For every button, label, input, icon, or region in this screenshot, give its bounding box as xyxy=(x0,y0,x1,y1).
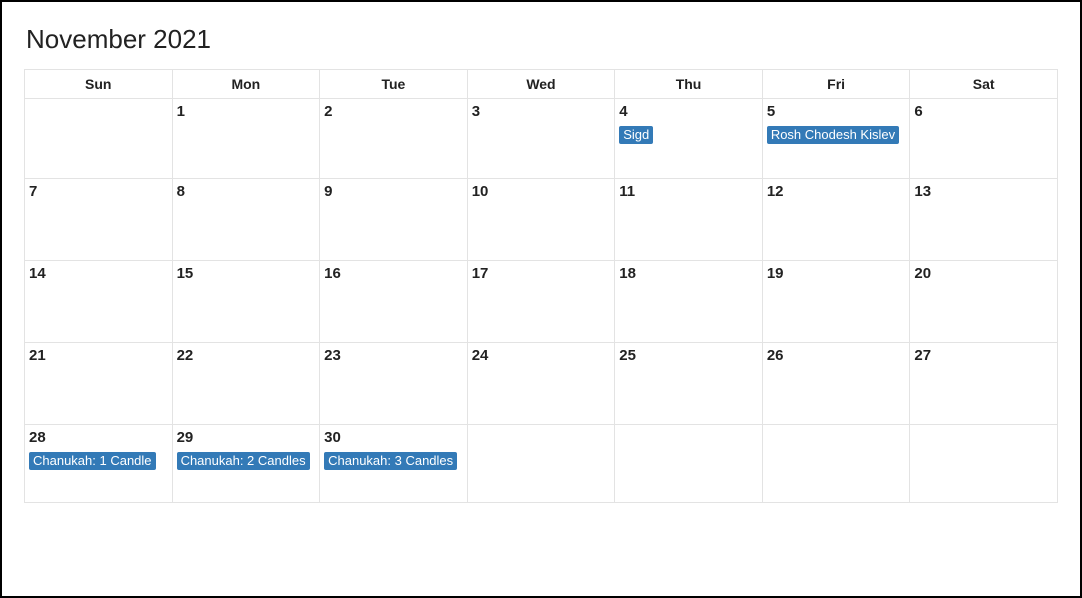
weekday-header: Sun xyxy=(25,70,173,99)
day-number: 24 xyxy=(472,347,611,364)
day-number: 25 xyxy=(619,347,758,364)
day-cell[interactable]: 19 xyxy=(762,261,910,343)
day-cell[interactable]: 3 xyxy=(467,99,615,179)
calendar-event[interactable]: Rosh Chodesh Kislev xyxy=(767,126,899,144)
day-cell[interactable]: 27 xyxy=(910,343,1058,425)
calendar-week-row: 1234 Sigd 5 Rosh Chodesh Kislev 6 xyxy=(25,99,1058,179)
weekday-header: Tue xyxy=(320,70,468,99)
weekday-header: Wed xyxy=(467,70,615,99)
day-number: 5 xyxy=(767,103,906,120)
day-cell[interactable]: 26 xyxy=(762,343,910,425)
weekday-header: Mon xyxy=(172,70,320,99)
day-cell[interactable]: 5 Rosh Chodesh Kislev xyxy=(762,99,910,179)
day-cell[interactable]: 25 xyxy=(615,343,763,425)
day-cell[interactable] xyxy=(762,425,910,503)
day-cell[interactable]: 1 xyxy=(172,99,320,179)
day-cell[interactable]: 10 xyxy=(467,179,615,261)
day-cell[interactable]: 15 xyxy=(172,261,320,343)
day-cell[interactable]: 7 xyxy=(25,179,173,261)
calendar-grid: Sun Mon Tue Wed Thu Fri Sat 1234Sigd5Ros… xyxy=(24,69,1058,503)
day-number: 19 xyxy=(767,265,906,282)
day-cell[interactable]: 18 xyxy=(615,261,763,343)
day-number: 23 xyxy=(324,347,463,364)
weekday-header: Fri xyxy=(762,70,910,99)
day-cell[interactable]: 17 xyxy=(467,261,615,343)
day-cell[interactable]: 30 Chanukah: 3 Candles xyxy=(320,425,468,503)
day-cell[interactable]: 6 xyxy=(910,99,1058,179)
day-cell[interactable] xyxy=(910,425,1058,503)
day-number: 6 xyxy=(914,103,1053,120)
day-number: 26 xyxy=(767,347,906,364)
day-cell[interactable]: 20 xyxy=(910,261,1058,343)
calendar-week-row: 14 15 16 17 18 19 20 xyxy=(25,261,1058,343)
day-number: 13 xyxy=(914,183,1053,200)
day-number: 17 xyxy=(472,265,611,282)
calendar-event[interactable]: Sigd xyxy=(619,126,653,144)
day-number: 18 xyxy=(619,265,758,282)
day-number: 1 xyxy=(177,103,316,120)
day-cell[interactable]: 8 xyxy=(172,179,320,261)
day-number: 27 xyxy=(914,347,1053,364)
day-cell[interactable]: 23 xyxy=(320,343,468,425)
calendar-week-row: 28 Chanukah: 1 Candle 29 Chanukah: 2 Candle… xyxy=(25,425,1058,503)
day-cell[interactable] xyxy=(25,99,173,179)
day-cell[interactable]: 29 Chanukah: 2 Candles xyxy=(172,425,320,503)
day-number: 7 xyxy=(29,183,168,200)
calendar-week-row: 21 22 23 24 25 26 27 xyxy=(25,343,1058,425)
weekday-header-row: Sun Mon Tue Wed Thu Fri Sat xyxy=(25,70,1058,99)
day-number: 22 xyxy=(177,347,316,364)
day-cell[interactable]: 13 xyxy=(910,179,1058,261)
day-number: 16 xyxy=(324,265,463,282)
day-number: 11 xyxy=(619,183,758,200)
calendar-title: November 2021 xyxy=(26,24,1058,55)
day-cell[interactable]: 22 xyxy=(172,343,320,425)
day-cell[interactable]: 12 xyxy=(762,179,910,261)
day-number: 2 xyxy=(324,103,463,120)
day-number: 29 xyxy=(177,429,316,446)
day-cell[interactable] xyxy=(467,425,615,503)
calendar-event[interactable]: Chanukah: 1 Candle xyxy=(29,452,156,470)
day-cell[interactable]: 2 xyxy=(320,99,468,179)
day-number: 20 xyxy=(914,265,1053,282)
day-cell[interactable]: 16 xyxy=(320,261,468,343)
day-number: 9 xyxy=(324,183,463,200)
weekday-header: Sat xyxy=(910,70,1058,99)
day-number: 30 xyxy=(324,429,463,446)
day-number: 12 xyxy=(767,183,906,200)
calendar-event[interactable]: Chanukah: 2 Candles xyxy=(177,452,310,470)
day-cell[interactable]: 11 xyxy=(615,179,763,261)
calendar-week-row: 789 10 11 12 13 xyxy=(25,179,1058,261)
day-cell[interactable]: 28 Chanukah: 1 Candle xyxy=(25,425,173,503)
day-number: 14 xyxy=(29,265,168,282)
day-cell[interactable]: 21 xyxy=(25,343,173,425)
day-cell[interactable]: 24 xyxy=(467,343,615,425)
day-number: 10 xyxy=(472,183,611,200)
day-number: 15 xyxy=(177,265,316,282)
day-number: 8 xyxy=(177,183,316,200)
weekday-header: Thu xyxy=(615,70,763,99)
day-number: 3 xyxy=(472,103,611,120)
day-number: 4 xyxy=(619,103,758,120)
day-cell[interactable]: 9 xyxy=(320,179,468,261)
day-cell[interactable]: 14 xyxy=(25,261,173,343)
day-cell[interactable]: 4 Sigd xyxy=(615,99,763,179)
day-number: 21 xyxy=(29,347,168,364)
day-cell[interactable] xyxy=(615,425,763,503)
day-number: 28 xyxy=(29,429,168,446)
calendar-event[interactable]: Chanukah: 3 Candles xyxy=(324,452,457,470)
